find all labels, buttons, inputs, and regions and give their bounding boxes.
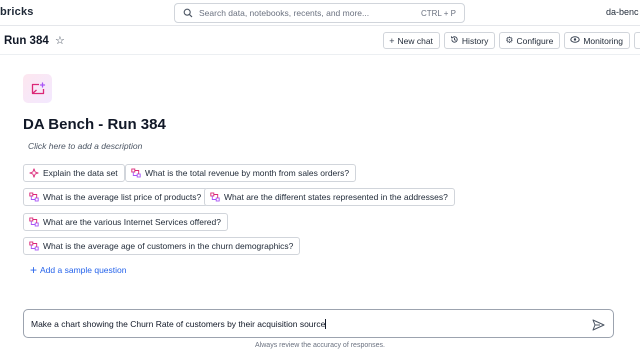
sparkle-icon bbox=[29, 168, 39, 178]
monitoring-label: Monitoring bbox=[583, 35, 623, 46]
sample-explain-chip[interactable]: Explain the data set bbox=[23, 164, 125, 182]
space-description-placeholder[interactable]: Click here to add a description bbox=[28, 141, 142, 151]
sample-question-chip[interactable]: What is the total revenue by month from … bbox=[125, 164, 357, 182]
header-actions: + New chat History ⚙ Configure Monitorin… bbox=[383, 32, 640, 49]
history-icon bbox=[450, 35, 459, 46]
sample-question-label: What are the various Internet Services o… bbox=[43, 217, 221, 227]
configure-label: Configure bbox=[516, 35, 554, 46]
page-title: Run 384 bbox=[4, 35, 49, 47]
text-caret bbox=[325, 319, 327, 329]
workspace-name[interactable]: da-benc bbox=[606, 7, 640, 17]
sample-explain-label: Explain the data set bbox=[43, 168, 118, 178]
configure-button[interactable]: ⚙ Configure bbox=[499, 32, 561, 49]
accuracy-disclaimer: Always review the accuracy of responses. bbox=[255, 342, 385, 349]
search-shortcut: CTRL + P bbox=[420, 9, 456, 18]
gear-icon: ⚙ bbox=[505, 35, 514, 45]
global-search[interactable]: Search data, notebooks, recents, and mor… bbox=[174, 3, 465, 23]
sample-question-label: What is the average age of customers in … bbox=[43, 241, 294, 251]
chat-input-value: Make a chart showing the Churn Rate of c… bbox=[31, 319, 326, 329]
sample-query-icon bbox=[29, 192, 39, 202]
more-button[interactable] bbox=[634, 32, 640, 49]
star-icon[interactable]: ☆ bbox=[55, 34, 65, 47]
sample-question-chip[interactable]: What are the various Internet Services o… bbox=[23, 213, 228, 231]
sample-question-label: What are the different states represente… bbox=[224, 192, 448, 202]
new-chat-label: New chat bbox=[397, 35, 433, 46]
sample-question-chip[interactable]: What is the average age of customers in … bbox=[23, 237, 301, 255]
search-placeholder: Search data, notebooks, recents, and mor… bbox=[199, 8, 370, 18]
chat-input-text: Make a chart showing the Churn Rate of c… bbox=[31, 319, 327, 329]
plus-icon: + bbox=[30, 263, 38, 277]
sample-query-icon bbox=[29, 217, 39, 227]
title-row: Run 384 ☆ + New chat History ⚙ Configure… bbox=[0, 27, 640, 55]
new-chat-button[interactable]: + New chat bbox=[383, 32, 440, 49]
chat-input[interactable]: Make a chart showing the Churn Rate of c… bbox=[23, 309, 614, 338]
sample-question-chip[interactable]: What are the different states represente… bbox=[204, 188, 455, 206]
history-button[interactable]: History bbox=[443, 32, 496, 49]
brand-logo-text[interactable]: bricks bbox=[0, 6, 34, 18]
monitoring-button[interactable]: Monitoring bbox=[564, 32, 630, 49]
sample-query-icon bbox=[29, 241, 39, 251]
add-sample-question-label: Add a sample question bbox=[40, 265, 127, 275]
history-label: History bbox=[461, 35, 489, 46]
add-sample-question-link[interactable]: + Add a sample question bbox=[30, 263, 127, 277]
sample-query-icon bbox=[131, 168, 141, 178]
space-title: DA Bench - Run 384 bbox=[23, 116, 166, 133]
space-icon bbox=[23, 74, 52, 103]
sample-question-label: What is the average list price of produc… bbox=[43, 192, 202, 202]
top-bar: bricks Search data, notebooks, recents, … bbox=[0, 0, 640, 26]
sample-question-chip[interactable]: What is the average list price of produc… bbox=[23, 188, 209, 206]
search-icon bbox=[179, 8, 197, 18]
send-icon bbox=[592, 319, 605, 330]
plus-icon: + bbox=[389, 35, 395, 46]
sample-question-label: What is the total revenue by month from … bbox=[145, 168, 350, 178]
monitor-icon bbox=[570, 35, 581, 46]
sample-query-icon bbox=[210, 192, 220, 202]
send-button[interactable] bbox=[590, 316, 607, 333]
